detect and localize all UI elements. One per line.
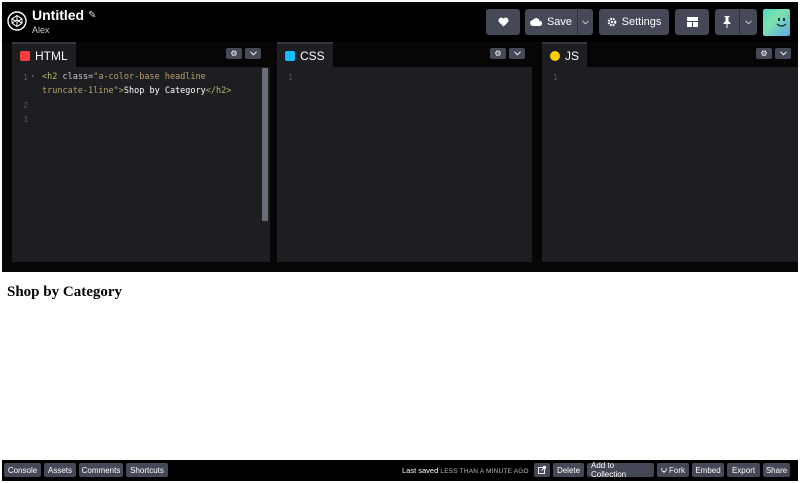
last-saved-value: LESS THAN A MINUTE AGO <box>440 468 529 475</box>
css-editor-pane: CSS ⚙ 1 <box>277 42 532 262</box>
cloud-icon <box>530 18 542 26</box>
line-number: 2 <box>23 101 28 110</box>
css-pane-header: CSS ⚙ <box>277 42 532 67</box>
tab-html-label: HTML <box>35 48 68 63</box>
code-attr-value: truncate-1line" <box>42 86 119 96</box>
fork-label: Fork <box>669 465 685 475</box>
layout-icon <box>686 17 698 27</box>
console-button[interactable]: Console <box>4 463 41 477</box>
css-line-gutter: 1 <box>277 67 297 262</box>
line-number: 3 <box>23 115 28 124</box>
fork-icon <box>661 467 667 473</box>
line-number: 1 <box>553 73 558 82</box>
chevron-down-icon <box>745 19 752 25</box>
delete-button[interactable]: Delete <box>553 463 584 477</box>
css-settings-button[interactable]: ⚙ <box>490 48 506 59</box>
last-saved-label: Last saved <box>402 466 439 475</box>
editor-area: HTML ⚙ 1 ▾ 2 3 <h2 class="a-color-base h… <box>2 42 798 272</box>
result-preview: Shop by Category <box>2 272 798 460</box>
settings-label: Settings <box>621 16 662 28</box>
external-link-icon <box>538 466 546 474</box>
code-attr-value: "a-color-base headline <box>93 72 206 82</box>
html-line-gutter: 1 ▾ 2 3 <box>12 67 35 262</box>
pin-button[interactable] <box>715 9 739 35</box>
js-pane-header: JS ⚙ <box>542 42 798 67</box>
edit-pencil-icon[interactable]: ✎ <box>88 10 96 21</box>
pen-title[interactable]: Untitled <box>32 7 84 24</box>
html-editor-pane: HTML ⚙ 1 ▾ 2 3 <h2 class="a-color-base h… <box>12 42 270 262</box>
js-icon <box>550 50 560 61</box>
html-pane-header: HTML ⚙ <box>12 42 270 67</box>
chevron-down-icon <box>249 51 257 56</box>
codepen-window: Untitled ✎ Alex Save Settings HTML ⚙ 1 ▾… <box>2 2 798 481</box>
add-to-collection-button[interactable]: Add to Collection <box>587 461 654 479</box>
chevron-down-icon <box>582 19 589 25</box>
settings-button[interactable]: Settings <box>599 9 669 35</box>
save-options-dropdown[interactable] <box>577 9 593 35</box>
change-view-button[interactable] <box>675 9 709 35</box>
tab-css-label: CSS <box>300 48 325 63</box>
open-in-new-window-button[interactable] <box>534 463 550 477</box>
js-settings-button[interactable]: ⚙ <box>756 48 772 59</box>
code-close-tag: </h2> <box>205 86 232 96</box>
pen-title-block: Untitled ✎ Alex <box>32 7 97 35</box>
fold-arrow-icon[interactable]: ▾ <box>31 73 35 80</box>
avatar-face-icon <box>776 18 787 27</box>
author-name[interactable]: Alex <box>32 25 97 35</box>
css-icon <box>285 50 295 61</box>
js-line-gutter: 1 <box>542 67 562 262</box>
chevron-down-icon <box>513 51 521 56</box>
shortcuts-button[interactable]: Shortcuts <box>126 463 168 477</box>
html-collapse-button[interactable] <box>245 48 261 59</box>
editor-resize-bar[interactable] <box>2 262 798 272</box>
tab-html[interactable]: HTML <box>12 42 76 67</box>
gear-icon: ⚙ <box>760 49 768 58</box>
last-saved-status: Last saved LESS THAN A MINUTE AGO <box>402 466 529 475</box>
line-number: 1 <box>288 73 293 82</box>
html-icon <box>20 50 30 61</box>
js-collapse-button[interactable] <box>775 48 791 59</box>
heart-icon <box>497 17 509 27</box>
js-editor-pane: JS ⚙ 1 <box>542 42 798 262</box>
assets-button[interactable]: Assets <box>44 463 76 477</box>
export-button[interactable]: Export <box>727 463 760 477</box>
embed-button[interactable]: Embed <box>692 463 724 477</box>
love-button[interactable] <box>486 9 520 35</box>
save-button[interactable]: Save <box>525 9 577 35</box>
html-code-line-1[interactable]: <h2 class="a-color-base headline <box>42 70 206 84</box>
code-open-tag: <h2 <box>42 72 63 82</box>
html-scrollbar[interactable] <box>262 68 268 221</box>
tab-js[interactable]: JS <box>542 42 588 67</box>
line-number: 1 <box>23 73 28 82</box>
chevron-down-icon <box>779 51 787 56</box>
html-code-line-1-wrap[interactable]: truncate-1line">Shop by Category</h2> <box>42 84 231 98</box>
preview-heading: Shop by Category <box>7 284 123 300</box>
tab-css[interactable]: CSS <box>277 42 333 67</box>
gear-icon: ⚙ <box>494 49 502 58</box>
css-collapse-button[interactable] <box>509 48 525 59</box>
bottom-bar: Console Assets Comments Shortcuts Last s… <box>2 460 798 481</box>
top-bar: Untitled ✎ Alex Save Settings <box>2 2 798 42</box>
pin-options-dropdown[interactable] <box>739 9 757 35</box>
fork-button[interactable]: Fork <box>657 463 689 477</box>
pin-icon <box>723 16 731 28</box>
save-label: Save <box>546 16 573 28</box>
html-settings-button[interactable]: ⚙ <box>226 48 242 59</box>
gear-icon <box>607 17 616 27</box>
user-avatar[interactable] <box>763 9 790 36</box>
comments-button[interactable]: Comments <box>79 463 123 477</box>
share-button[interactable]: Share <box>763 463 790 477</box>
gear-icon: ⚙ <box>230 49 238 58</box>
tab-js-label: JS <box>565 48 580 63</box>
codepen-logo-icon[interactable] <box>7 11 27 31</box>
code-text: Shop by Category <box>123 86 206 96</box>
code-attr-name: class= <box>62 72 94 82</box>
